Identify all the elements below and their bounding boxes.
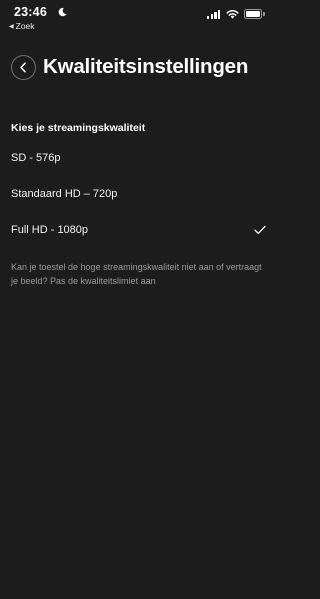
quality-limit-note: Kan je toestel de hoge streamingskwalite… xyxy=(11,262,262,286)
status-time: 23:46 xyxy=(14,5,47,19)
battery-icon xyxy=(244,9,265,19)
section-heading: Kies je streamingskwaliteit xyxy=(11,122,146,134)
quality-option-label: Full HD - 1080p xyxy=(11,224,89,236)
wifi-icon xyxy=(226,10,239,19)
back-button[interactable] xyxy=(11,55,36,80)
status-bar: 23:46 ◀ Zoek xyxy=(0,0,277,34)
signal-icon xyxy=(207,9,221,19)
quality-option-label: SD - 576p xyxy=(11,152,61,164)
moon-icon xyxy=(58,7,67,17)
page-title: Kwaliteitsinstellingen xyxy=(43,55,249,78)
battery-fill xyxy=(246,11,260,17)
quality-option-label: Standaard HD – 720p xyxy=(11,188,118,200)
screen: 23:46 ◀ Zoek Kwaliteitsinstellingen Kies… xyxy=(0,0,277,599)
quality-option-sd[interactable]: SD - 576p xyxy=(0,143,277,173)
header: Kwaliteitsinstellingen xyxy=(0,50,277,86)
quality-option-hd[interactable]: Standaard HD – 720p xyxy=(0,179,277,209)
back-to-app-label: Zoek xyxy=(15,21,35,31)
status-icons xyxy=(207,9,265,19)
chevron-left-icon xyxy=(20,62,26,73)
quality-option-full-hd[interactable]: Full HD - 1080p xyxy=(0,215,277,245)
checkmark-icon xyxy=(254,225,266,235)
back-to-app-link[interactable]: ◀ Zoek xyxy=(9,21,35,31)
back-triangle-icon: ◀ xyxy=(9,24,14,30)
